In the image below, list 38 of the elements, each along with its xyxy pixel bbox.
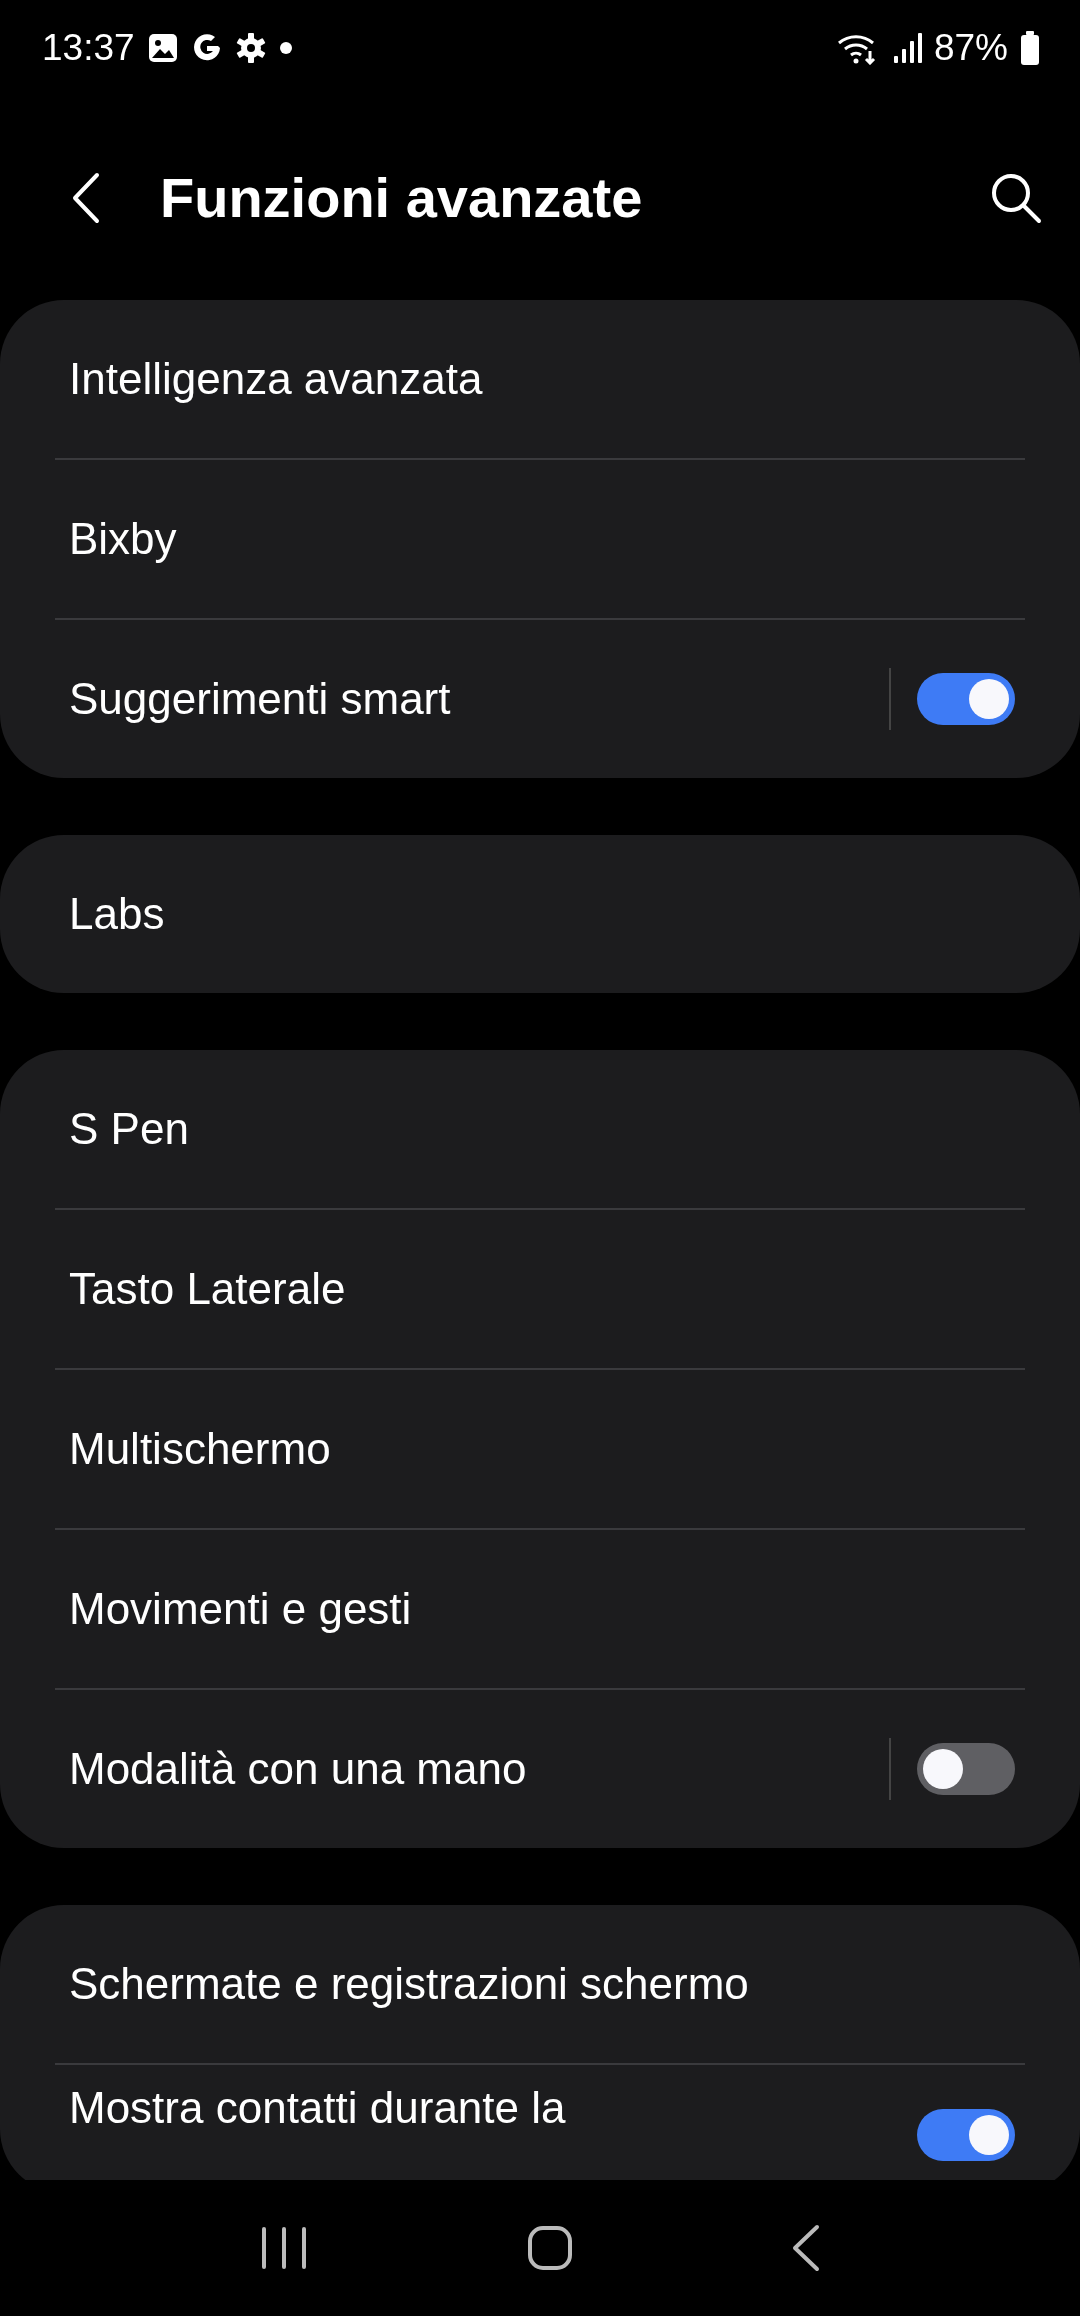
settings-item[interactable]: S Pen xyxy=(55,1050,1025,1208)
back-icon[interactable] xyxy=(72,171,100,224)
gallery-icon xyxy=(146,31,179,64)
item-label: Bixby xyxy=(68,514,178,564)
signal-icon xyxy=(891,31,922,64)
settings-item[interactable]: Modalità con una mano xyxy=(55,1688,1025,1848)
settings-item[interactable]: Intelligenza avanzata xyxy=(55,300,1025,458)
settings-icon xyxy=(234,31,267,64)
item-label: Labs xyxy=(68,889,166,939)
settings-item[interactable]: Mostra contatti durante la xyxy=(55,2063,1025,2180)
item-label: Modalità con una mano xyxy=(68,1744,528,1794)
recent-apps-icon[interactable] xyxy=(259,2226,309,2270)
settings-item[interactable]: Movimenti e gesti xyxy=(55,1528,1025,1688)
settings-item[interactable]: Schermate e registrazioni schermo xyxy=(55,1905,1025,2063)
item-label: Multischermo xyxy=(68,1424,332,1474)
settings-item[interactable]: Labs xyxy=(55,835,1025,993)
settings-item[interactable]: Suggerimenti smart xyxy=(55,618,1025,778)
item-label: S Pen xyxy=(68,1104,190,1154)
battery-percent: 87% xyxy=(933,26,1008,69)
settings-item[interactable]: Multischermo xyxy=(55,1368,1025,1528)
item-label: Schermate e registrazioni schermo xyxy=(68,1959,750,2009)
item-label: Movimenti e gesti xyxy=(68,1584,413,1634)
search-icon[interactable] xyxy=(990,171,1042,224)
page-title: Funzioni avanzate xyxy=(160,165,644,230)
settings-item[interactable]: Tasto Laterale xyxy=(55,1208,1025,1368)
toggle-switch[interactable] xyxy=(917,673,1015,725)
item-label: Tasto Laterale xyxy=(68,1264,347,1314)
toggle-switch[interactable] xyxy=(917,2109,1015,2161)
toggle-switch[interactable] xyxy=(917,1743,1015,1795)
dot-icon xyxy=(278,40,293,55)
item-label: Suggerimenti smart xyxy=(68,674,452,724)
battery-icon xyxy=(1020,30,1040,65)
home-icon[interactable] xyxy=(527,2225,573,2271)
status-time: 13:37 xyxy=(42,26,135,69)
back-nav-icon[interactable] xyxy=(791,2224,821,2272)
settings-item[interactable]: Bixby xyxy=(55,458,1025,618)
item-label: Mostra contatti durante la xyxy=(68,2083,567,2133)
item-label: Intelligenza avanzata xyxy=(68,354,484,404)
